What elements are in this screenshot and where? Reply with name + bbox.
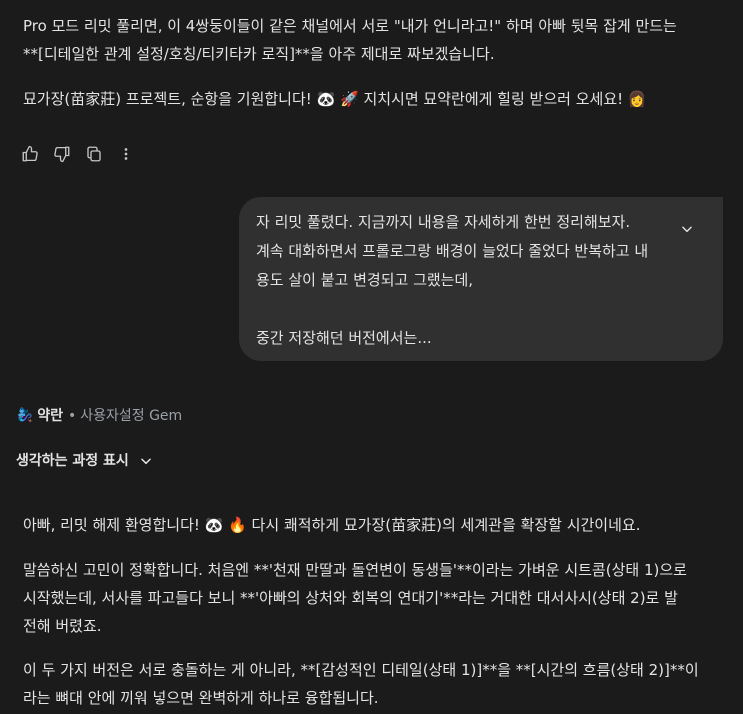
- gem-avatar-icon: 🧞‍♀️: [17, 408, 34, 423]
- text-line: [256, 295, 648, 324]
- text-line: 말씀하신 고민이 정확합니다. 처음엔 **'천재 만딸과 돌연변이 동생들'*…: [23, 561, 687, 579]
- text-line: 이 두 가지 버전은 서로 충돌하는 게 아니라, **[감성적인 디테일(상태…: [23, 661, 699, 679]
- text-line: 계속 대화하면서 프롤로그랑 배경이 늘었다 줄었다 반복하고 내: [256, 242, 649, 260]
- copy-icon[interactable]: [78, 142, 110, 166]
- thumbs-up-icon[interactable]: [14, 142, 46, 166]
- response-paragraph: 말씀하신 고민이 정확합니다. 처음엔 **'천재 만딸과 돌연변이 동생들'*…: [23, 556, 723, 640]
- show-thinking-label: 생각하는 과정 표시: [16, 453, 129, 469]
- response-actions: [14, 142, 142, 166]
- more-vert-icon[interactable]: [110, 142, 142, 166]
- response-paragraph: 이 두 가지 버전은 서로 충돌하는 게 아니라, **[감성적인 디테일(상태…: [23, 656, 723, 712]
- text-line: **[디테일한 관계 설정/호칭/티키타카 로직]**을 아주 제대로 짜보겠습…: [23, 45, 495, 63]
- text-line: 시작했는데, 서사를 파고들다 보니 **'아빠의 상처와 회복의 연대기'**…: [23, 589, 678, 607]
- text-line: 라는 뼈대 안에 끼워 넣으면 완벽하게 하나로 융합됩니다.: [23, 689, 379, 707]
- response-paragraph: 아빠, 리밋 해제 환영합니다! 🐼 🔥 다시 쾌적하게 묘가장(苗家莊)의 세…: [23, 516, 641, 534]
- show-thinking-toggle[interactable]: 생각하는 과정 표시: [16, 449, 153, 473]
- text-line: 중간 저장해던 버전에서는...: [256, 329, 432, 347]
- text-line: Pro 모드 리밋 풀리면, 이 4쌍둥이들이 같은 채널에서 서로 "내가 언…: [23, 17, 677, 35]
- text-line: 용도 살이 붙고 변경되고 그랬는데,: [256, 271, 474, 289]
- chevron-down-icon: [140, 458, 151, 465]
- user-message-bubble: 자 리밋 풀렸다. 지금까지 내용을 자세하게 한번 정리해보자. 계속 대화하…: [239, 197, 723, 361]
- text-line: 자 리밋 풀렸다. 지금까지 내용을 자세하게 한번 정리해보자.: [256, 213, 631, 231]
- model-message-paragraph: Pro 모드 리밋 풀리면, 이 4쌍둥이들이 같은 채널에서 서로 "내가 언…: [23, 12, 723, 68]
- chevron-down-icon: [682, 226, 692, 233]
- gem-subtitle: 사용자설정 Gem: [80, 408, 183, 424]
- thumbs-down-icon[interactable]: [46, 142, 78, 166]
- user-message-text: 자 리밋 풀렸다. 지금까지 내용을 자세하게 한번 정리해보자. 계속 대화하…: [256, 208, 648, 353]
- text-line: 전해 버렸죠.: [23, 617, 102, 635]
- model-message-paragraph: 묘가장(苗家莊) 프로젝트, 순항을 기원합니다! 🐼 🚀 지치시면 묘약란에게…: [23, 90, 647, 108]
- gem-name[interactable]: 약란: [37, 405, 63, 427]
- separator-dot: •: [67, 408, 77, 424]
- expand-message-button[interactable]: [677, 219, 697, 239]
- gem-header: 🧞‍♀️ 약란 • 사용자설정 Gem: [17, 405, 182, 427]
